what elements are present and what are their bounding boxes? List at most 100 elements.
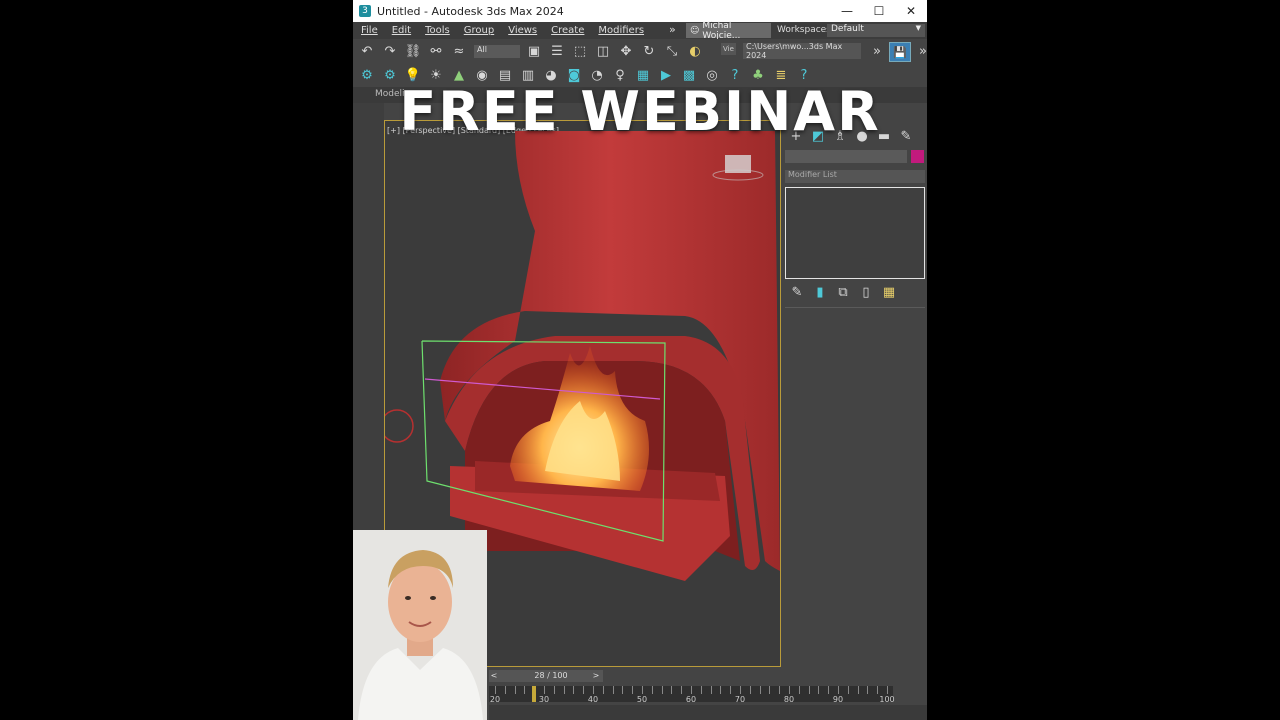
stack-buttons: ✎ ▮ ⧉ ▯ ▦: [783, 283, 927, 301]
menu-bar: File Edit Tools Group Views Create Modif…: [353, 20, 927, 41]
timeline-tick: [710, 686, 712, 694]
project-path-value: C:\Users\mwo...3ds Max 2024: [746, 42, 843, 60]
timeline-tick-label: 40: [587, 695, 599, 704]
project-path-dropdown[interactable]: C:\Users\mwo...3ds Max 2024: [743, 42, 861, 60]
selection-filter-dropdown[interactable]: All: [474, 44, 520, 58]
menu-tools[interactable]: Tools: [425, 25, 450, 36]
toolbar-overflow-icon[interactable]: »: [868, 42, 886, 60]
modifier-list-label: Modifier List: [788, 170, 837, 179]
menu-overflow-button[interactable]: »: [669, 23, 676, 36]
timeline-tick: [622, 686, 624, 694]
pin-stack-icon[interactable]: ✎: [788, 283, 806, 301]
close-button[interactable]: ✕: [895, 0, 927, 22]
timeline-tick: [563, 686, 565, 694]
rotate-icon[interactable]: ↻: [640, 42, 658, 60]
timeline-tick-label: 70: [734, 695, 746, 704]
menu-modifiers[interactable]: Modifiers: [598, 25, 644, 36]
left-strip: [353, 103, 384, 530]
time-next-button[interactable]: >: [591, 670, 601, 682]
timeline-tick: [544, 686, 545, 694]
timeline-tick: [749, 686, 751, 694]
timeline-tick: [700, 686, 702, 694]
command-panel: + ◩ ♗ ● ▬ ✎ Modifier List ✎ ▮ ⧉ ▯ ▦: [783, 125, 927, 665]
scale-icon[interactable]: ⤡: [663, 42, 681, 60]
timeline-tick: [789, 686, 790, 694]
user-account-button[interactable]: ☺ Michal Wojcie...: [686, 20, 771, 41]
show-end-result-icon[interactable]: ▮: [811, 283, 829, 301]
link-icon[interactable]: ⛓: [404, 42, 422, 60]
timeline-tick: [847, 686, 849, 694]
configure-sets-icon[interactable]: ▦: [880, 283, 898, 301]
undo-icon[interactable]: ↶: [358, 42, 376, 60]
rect-selection-icon[interactable]: ⬚: [571, 42, 589, 60]
timeline-tick: [808, 686, 810, 694]
timeline-tick: [867, 686, 869, 694]
timeline-tick: [642, 686, 643, 694]
workspaces-value: Default: [831, 24, 864, 34]
presenter-image: [353, 530, 487, 720]
panel-divider: [785, 307, 925, 308]
timeline-tick: [818, 686, 820, 694]
webinar-headline: FREE WEBINAR: [399, 80, 881, 143]
timeline-tick: [759, 686, 761, 694]
timeline-tick: [720, 686, 722, 694]
remove-modifier-icon[interactable]: ▯: [857, 283, 875, 301]
user-name: Michal Wojcie...: [702, 20, 741, 41]
unlink-icon[interactable]: ⚯: [427, 42, 445, 60]
timeline-tick: [798, 686, 800, 694]
window-crossing-icon[interactable]: ◫: [594, 42, 612, 60]
timeline-tick: [671, 686, 673, 694]
redo-icon[interactable]: ↷: [381, 42, 399, 60]
menu-file[interactable]: File: [361, 25, 378, 36]
timeline-tick: [769, 686, 771, 694]
current-frame-marker[interactable]: [532, 686, 537, 702]
timeline-track[interactable]: 20 30 40 50 60 70 80 90 100: [489, 686, 895, 704]
user-icon: ☺: [690, 25, 700, 36]
time-slider[interactable]: 28 / 100: [499, 670, 603, 682]
menu-group[interactable]: Group: [464, 25, 494, 36]
minimize-button[interactable]: —: [831, 0, 863, 22]
timeline-tick: [602, 686, 604, 694]
presenter-webcam: [353, 530, 487, 720]
time-prev-button[interactable]: <: [489, 670, 499, 682]
object-color-swatch[interactable]: [911, 150, 924, 163]
select-object-icon[interactable]: ▣: [525, 42, 543, 60]
timeline-tick: [877, 686, 879, 694]
timeline-tick: [583, 686, 585, 694]
workspaces-label: Workspaces:: [777, 25, 834, 35]
timeline-tick: [681, 686, 683, 694]
timeline-tick: [495, 686, 496, 694]
save-icon[interactable]: 💾: [889, 42, 911, 62]
timeline-tick: [740, 686, 741, 694]
toolbar-overflow-2-icon[interactable]: »: [914, 42, 927, 60]
make-unique-icon[interactable]: ⧉: [834, 283, 852, 301]
view-dropdown[interactable]: Vie: [721, 43, 736, 55]
bind-space-warp-icon[interactable]: ≈: [450, 42, 468, 60]
timeline-tick-label: 80: [783, 695, 795, 704]
object-name-field[interactable]: [785, 150, 907, 163]
timeline-tick-label: 100: [879, 695, 895, 704]
timeline-tick-label: 90: [832, 695, 844, 704]
timeline-tick-label: 50: [636, 695, 648, 704]
workspaces-dropdown[interactable]: Default ▼: [827, 24, 925, 37]
timeline-tick: [691, 686, 692, 694]
timeline-tick: [524, 686, 526, 694]
timeline-tick: [612, 686, 614, 694]
menu-create[interactable]: Create: [551, 25, 584, 36]
menu-views[interactable]: Views: [508, 25, 537, 36]
timeline-tick-label: 30: [538, 695, 550, 704]
modifier-stack[interactable]: [785, 187, 925, 279]
status-bar: [489, 705, 927, 720]
modifier-list-dropdown[interactable]: Modifier List: [785, 170, 925, 183]
select-by-name-icon[interactable]: ☰: [548, 42, 566, 60]
placement-icon[interactable]: ◐: [686, 42, 704, 60]
menu-edit[interactable]: Edit: [392, 25, 411, 36]
timeline-tick: [632, 686, 634, 694]
timeline-tick: [504, 686, 506, 694]
timeline-tick: [593, 686, 594, 694]
maximize-button[interactable]: ☐: [863, 0, 895, 22]
move-icon[interactable]: ✥: [617, 42, 635, 60]
timeline-tick: [661, 686, 663, 694]
window-title: Untitled - Autodesk 3ds Max 2024: [377, 4, 564, 18]
timeline-tick: [838, 686, 839, 694]
